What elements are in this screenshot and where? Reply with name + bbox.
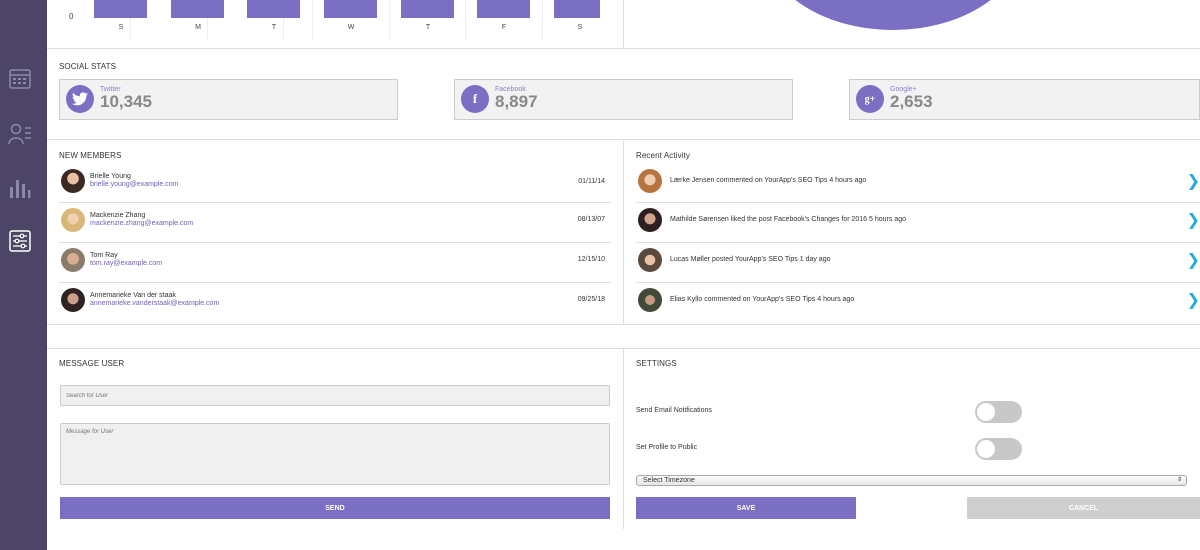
member-email[interactable]: tom.ray@example.com bbox=[90, 260, 162, 267]
pie-chart bbox=[762, 0, 1024, 30]
message-user-title: MESSAGE USER bbox=[59, 359, 125, 368]
day-label: S bbox=[577, 24, 583, 31]
day-label: M bbox=[195, 24, 201, 31]
message-textarea[interactable] bbox=[60, 423, 610, 485]
avatar bbox=[61, 169, 85, 193]
social-stats-title: SOCIAL STATS bbox=[59, 62, 117, 71]
chevron-right-icon[interactable]: ❯ bbox=[1187, 171, 1200, 191]
member-name: Brielle Young bbox=[90, 173, 131, 180]
member-name: Mackenzie Zhang bbox=[90, 212, 146, 219]
activity-text: Elias Kyllo commented on YourApp's SEO T… bbox=[670, 296, 855, 303]
activity-text: Lucas Møller posted YourApp's SEO Tips 1… bbox=[670, 256, 831, 263]
member-name: Tom Ray bbox=[90, 252, 118, 259]
settings-sliders-icon[interactable] bbox=[8, 229, 32, 253]
members-activity-section: NEW MEMBERS Recent Activity Brielle Youn… bbox=[47, 141, 1200, 325]
main-content: 0 S M T W T F S SOCIAL STATS Twitter 10,… bbox=[47, 0, 1200, 550]
chart-bar bbox=[477, 0, 530, 18]
chart-bar bbox=[401, 0, 454, 18]
day-label: T bbox=[425, 24, 431, 31]
members-icon[interactable] bbox=[8, 122, 32, 146]
grid-line bbox=[389, 0, 390, 40]
chart-bar bbox=[554, 0, 600, 18]
day-label: T bbox=[271, 24, 277, 31]
day-label: F bbox=[501, 24, 507, 31]
message-settings-section: MESSAGE USER SETTINGS SEND Send Email No… bbox=[47, 348, 1200, 550]
save-button[interactable]: SAVE bbox=[636, 497, 856, 519]
toggle-knob bbox=[977, 440, 995, 458]
column-divider bbox=[623, 141, 624, 325]
chart-section: 0 S M T W T F S bbox=[47, 0, 1200, 49]
member-email[interactable]: brielle.young@example.com bbox=[90, 181, 178, 188]
chart-bar bbox=[171, 0, 224, 18]
member-row[interactable]: Mackenzie Zhang mackenzie.zhang@example.… bbox=[59, 203, 611, 243]
settings-title: SETTINGS bbox=[636, 359, 677, 368]
activity-row[interactable]: Lucas Møller posted YourApp's SEO Tips 1… bbox=[636, 243, 1200, 283]
sidebar bbox=[0, 0, 47, 550]
activity-text: Lærke Jensen commented on YourApp's SEO … bbox=[670, 177, 867, 184]
column-divider bbox=[623, 0, 624, 49]
bar-chart-icon[interactable] bbox=[8, 176, 32, 200]
select-arrows-icon: ⇕ bbox=[1176, 477, 1182, 483]
avatar bbox=[61, 288, 85, 312]
email-notifications-toggle[interactable] bbox=[975, 401, 1022, 423]
y-axis-zero-label: 0 bbox=[69, 12, 74, 21]
member-date: 09/25/18 bbox=[577, 296, 605, 303]
recent-activity-title: Recent Activity bbox=[636, 151, 690, 160]
toggle-knob bbox=[977, 403, 995, 421]
google-plus-icon: g+ bbox=[856, 85, 884, 113]
calendar-icon[interactable] bbox=[8, 67, 32, 91]
facebook-icon: f bbox=[461, 85, 489, 113]
member-row[interactable]: Brielle Young brielle.young@example.com … bbox=[59, 163, 611, 203]
member-email[interactable]: mackenzie.zhang@example.com bbox=[90, 220, 193, 227]
facebook-card: f Facebook 8,897 bbox=[454, 79, 793, 120]
member-name: Annemarieke Van der staak bbox=[90, 292, 176, 299]
timezone-value: Select Timezone bbox=[643, 477, 695, 484]
member-date: 12/15/10 bbox=[577, 256, 605, 263]
facebook-count: 8,897 bbox=[495, 92, 538, 111]
avatar bbox=[638, 248, 662, 272]
day-label: S bbox=[118, 24, 124, 31]
search-user-input[interactable] bbox=[60, 385, 610, 406]
member-email[interactable]: annemarieke.vanderstaak@example.com bbox=[90, 300, 219, 307]
twitter-card: Twitter 10,345 bbox=[59, 79, 398, 120]
avatar bbox=[638, 288, 662, 312]
timezone-select[interactable]: Select Timezone ⇕ bbox=[636, 475, 1187, 486]
google-plus-count: 2,653 bbox=[890, 92, 933, 111]
activity-row[interactable]: Lærke Jensen commented on YourApp's SEO … bbox=[636, 163, 1200, 203]
grid-line bbox=[465, 0, 466, 40]
avatar bbox=[61, 248, 85, 272]
grid-line bbox=[312, 0, 313, 40]
grid-line bbox=[542, 0, 543, 40]
activity-text: Mathilde Sørensen liked the post Faceboo… bbox=[670, 216, 906, 223]
social-stats-section: SOCIAL STATS Twitter 10,345 f Facebook 8… bbox=[47, 50, 1200, 140]
column-divider bbox=[623, 349, 624, 529]
twitter-icon bbox=[66, 85, 94, 113]
chart-bar bbox=[324, 0, 377, 18]
cancel-button[interactable]: CANCEL bbox=[967, 497, 1200, 519]
activity-row[interactable]: Mathilde Sørensen liked the post Faceboo… bbox=[636, 203, 1200, 243]
profile-public-label: Set Profile to Public bbox=[636, 444, 698, 451]
email-notifications-label: Send Email Notifications bbox=[636, 407, 712, 414]
avatar bbox=[61, 208, 85, 232]
chevron-right-icon[interactable]: ❯ bbox=[1187, 250, 1200, 270]
member-row[interactable]: Annemarieke Van der staak annemarieke.va… bbox=[59, 283, 611, 323]
member-date: 08/13/07 bbox=[577, 216, 605, 223]
avatar bbox=[638, 208, 662, 232]
day-label: W bbox=[347, 24, 355, 31]
new-members-title: NEW MEMBERS bbox=[59, 151, 122, 160]
activity-row[interactable]: Elias Kyllo commented on YourApp's SEO T… bbox=[636, 283, 1200, 323]
avatar bbox=[638, 169, 662, 193]
google-plus-card: g+ Google+ 2,653 bbox=[849, 79, 1200, 120]
chevron-right-icon[interactable]: ❯ bbox=[1187, 290, 1200, 310]
chart-bar bbox=[94, 0, 147, 18]
twitter-count: 10,345 bbox=[100, 92, 152, 111]
profile-public-toggle[interactable] bbox=[975, 438, 1022, 460]
member-date: 01/11/14 bbox=[578, 178, 605, 185]
member-row[interactable]: Tom Ray tom.ray@example.com 12/15/10 bbox=[59, 243, 611, 283]
chevron-right-icon[interactable]: ❯ bbox=[1187, 210, 1200, 230]
send-button[interactable]: SEND bbox=[60, 497, 610, 519]
chart-bar bbox=[247, 0, 300, 18]
